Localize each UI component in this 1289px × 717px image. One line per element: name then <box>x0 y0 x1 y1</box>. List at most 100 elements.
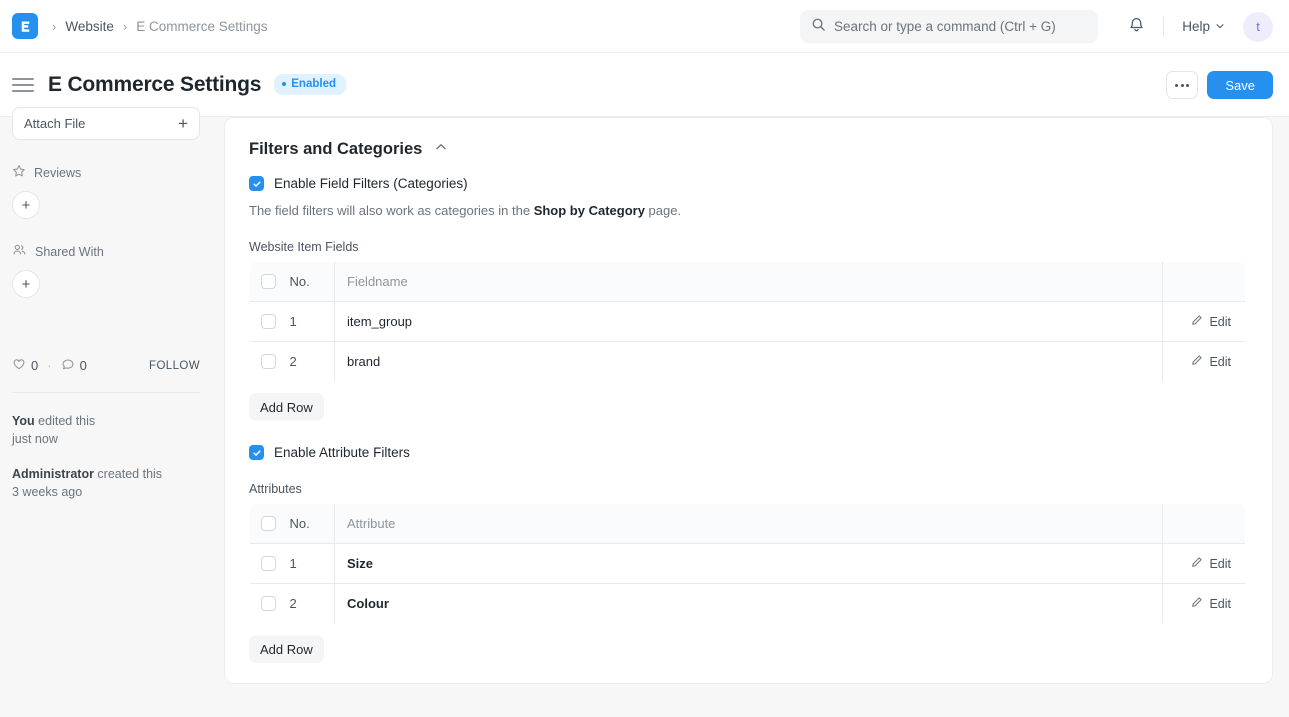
edit-row-button[interactable]: Edit <box>1191 354 1231 369</box>
shared-with-label: Shared With <box>35 245 104 259</box>
main-content: Filters and Categories Enable Field Filt… <box>212 117 1289 717</box>
select-all-checkbox[interactable] <box>261 516 276 531</box>
sidebar-section-shared-with: Shared With + <box>12 243 200 298</box>
field-filters-helper-text: The field filters will also work as cate… <box>249 203 1248 218</box>
navbar-divider <box>1163 17 1164 37</box>
like-button[interactable]: 0 <box>12 357 38 374</box>
edit-row-button[interactable]: Edit <box>1191 314 1231 329</box>
section-header[interactable]: Filters and Categories <box>249 140 1248 159</box>
page-body: Attach File + Reviews + <box>0 117 1289 717</box>
column-header-no: No. <box>285 262 335 302</box>
table-row[interactable]: 2 Colour Edit <box>250 584 1246 624</box>
navbar-right: Help t <box>1121 0 1273 53</box>
activity-log: You edited this just now Administrator c… <box>12 412 200 501</box>
activity-entry: You edited this just now <box>12 412 200 448</box>
edit-row-button[interactable]: Edit <box>1191 596 1231 611</box>
activity-time: just now <box>12 430 200 448</box>
erpnext-logo-icon[interactable] <box>12 13 38 39</box>
add-row-button-fields[interactable]: Add Row <box>249 393 324 421</box>
table-row[interactable]: 1 Size Edit <box>250 544 1246 584</box>
search-container <box>800 10 1098 43</box>
edit-label: Edit <box>1209 597 1231 611</box>
activity-text: Administrator created this <box>12 465 200 483</box>
breadcrumb-item-ecommerce-settings[interactable]: E Commerce Settings <box>136 19 267 34</box>
breadcrumb-item-website[interactable]: Website <box>65 19 114 34</box>
edit-row-button[interactable]: Edit <box>1191 556 1231 571</box>
row-edit-cell: Edit <box>1163 302 1246 342</box>
sidebar-divider <box>12 392 200 393</box>
select-all-header <box>250 504 285 544</box>
table-row[interactable]: 1 item_group Edit <box>250 302 1246 342</box>
attach-file-button[interactable]: Attach File + <box>12 107 200 140</box>
breadcrumb-separator: › <box>123 20 127 33</box>
page-title: E Commerce Settings <box>48 73 261 97</box>
save-button[interactable]: Save <box>1207 71 1273 99</box>
activity-entry: Administrator created this 3 weeks ago <box>12 465 200 501</box>
plus-icon[interactable]: + <box>178 115 188 132</box>
select-all-checkbox[interactable] <box>261 274 276 289</box>
chevron-up-icon[interactable] <box>434 140 448 159</box>
row-checkbox[interactable] <box>261 556 276 571</box>
activity-actor: Administrator <box>12 467 94 481</box>
helper-text-emphasis: Shop by Category <box>534 203 645 218</box>
pencil-icon <box>1191 556 1203 571</box>
edit-label: Edit <box>1209 315 1231 329</box>
status-dot-icon <box>282 82 286 86</box>
row-number: 2 <box>285 584 335 624</box>
notifications-button[interactable] <box>1121 12 1151 42</box>
pencil-icon <box>1191 354 1203 369</box>
row-select-cell <box>250 302 285 342</box>
activity-time: 3 weeks ago <box>12 483 200 501</box>
filters-and-categories-card: Filters and Categories Enable Field Filt… <box>224 117 1273 684</box>
ellipsis-icon <box>1186 84 1189 87</box>
row-checkbox[interactable] <box>261 596 276 611</box>
activity-actor: You <box>12 414 35 428</box>
enable-field-filters-row[interactable]: Enable Field Filters (Categories) <box>249 176 1248 191</box>
add-review-button[interactable]: + <box>12 191 40 219</box>
comment-button[interactable]: 0 <box>61 357 87 374</box>
enable-attribute-filters-checkbox[interactable] <box>249 445 264 460</box>
help-menu-button[interactable]: Help <box>1176 15 1231 38</box>
row-checkbox[interactable] <box>261 354 276 369</box>
add-shared-user-button[interactable]: + <box>12 270 40 298</box>
search-box[interactable] <box>800 10 1098 43</box>
social-stats-row: 0 · 0 FOLLOW <box>12 357 200 374</box>
row-number: 1 <box>285 544 335 584</box>
enable-field-filters-checkbox[interactable] <box>249 176 264 191</box>
follow-button[interactable]: FOLLOW <box>149 360 200 372</box>
website-item-fields-label: Website Item Fields <box>249 240 1248 254</box>
ellipsis-icon <box>1181 84 1184 87</box>
section-title: Filters and Categories <box>249 140 422 159</box>
search-input[interactable] <box>834 19 1087 34</box>
add-row-button-attributes[interactable]: Add Row <box>249 635 324 663</box>
column-header-actions <box>1163 262 1246 302</box>
hamburger-icon[interactable] <box>12 78 34 92</box>
table-row[interactable]: 2 brand Edit <box>250 342 1246 382</box>
row-checkbox[interactable] <box>261 314 276 329</box>
row-fieldname[interactable]: item_group <box>335 302 1163 342</box>
column-header-no: No. <box>285 504 335 544</box>
row-attribute[interactable]: Size <box>335 544 1163 584</box>
search-icon <box>811 17 826 37</box>
row-fieldname[interactable]: brand <box>335 342 1163 382</box>
more-actions-button[interactable] <box>1166 71 1198 99</box>
select-all-header <box>250 262 285 302</box>
pencil-icon <box>1191 314 1203 329</box>
comment-icon <box>61 357 75 374</box>
row-edit-cell: Edit <box>1163 544 1246 584</box>
shared-with-section-header: Shared With <box>12 243 200 260</box>
edit-label: Edit <box>1209 355 1231 369</box>
help-label: Help <box>1182 19 1210 34</box>
avatar[interactable]: t <box>1243 12 1273 42</box>
chevron-down-icon <box>1215 19 1225 34</box>
attributes-label: Attributes <box>249 482 1248 496</box>
sidebar-section-reviews: Reviews + <box>12 164 200 219</box>
row-edit-cell: Edit <box>1163 342 1246 382</box>
helper-text-post: page. <box>645 203 681 218</box>
row-edit-cell: Edit <box>1163 584 1246 624</box>
reviews-section-header: Reviews <box>12 164 200 181</box>
activity-action: edited this <box>35 414 95 428</box>
row-attribute[interactable]: Colour <box>335 584 1163 624</box>
enable-attribute-filters-row[interactable]: Enable Attribute Filters <box>249 445 1248 460</box>
star-icon <box>12 164 26 181</box>
